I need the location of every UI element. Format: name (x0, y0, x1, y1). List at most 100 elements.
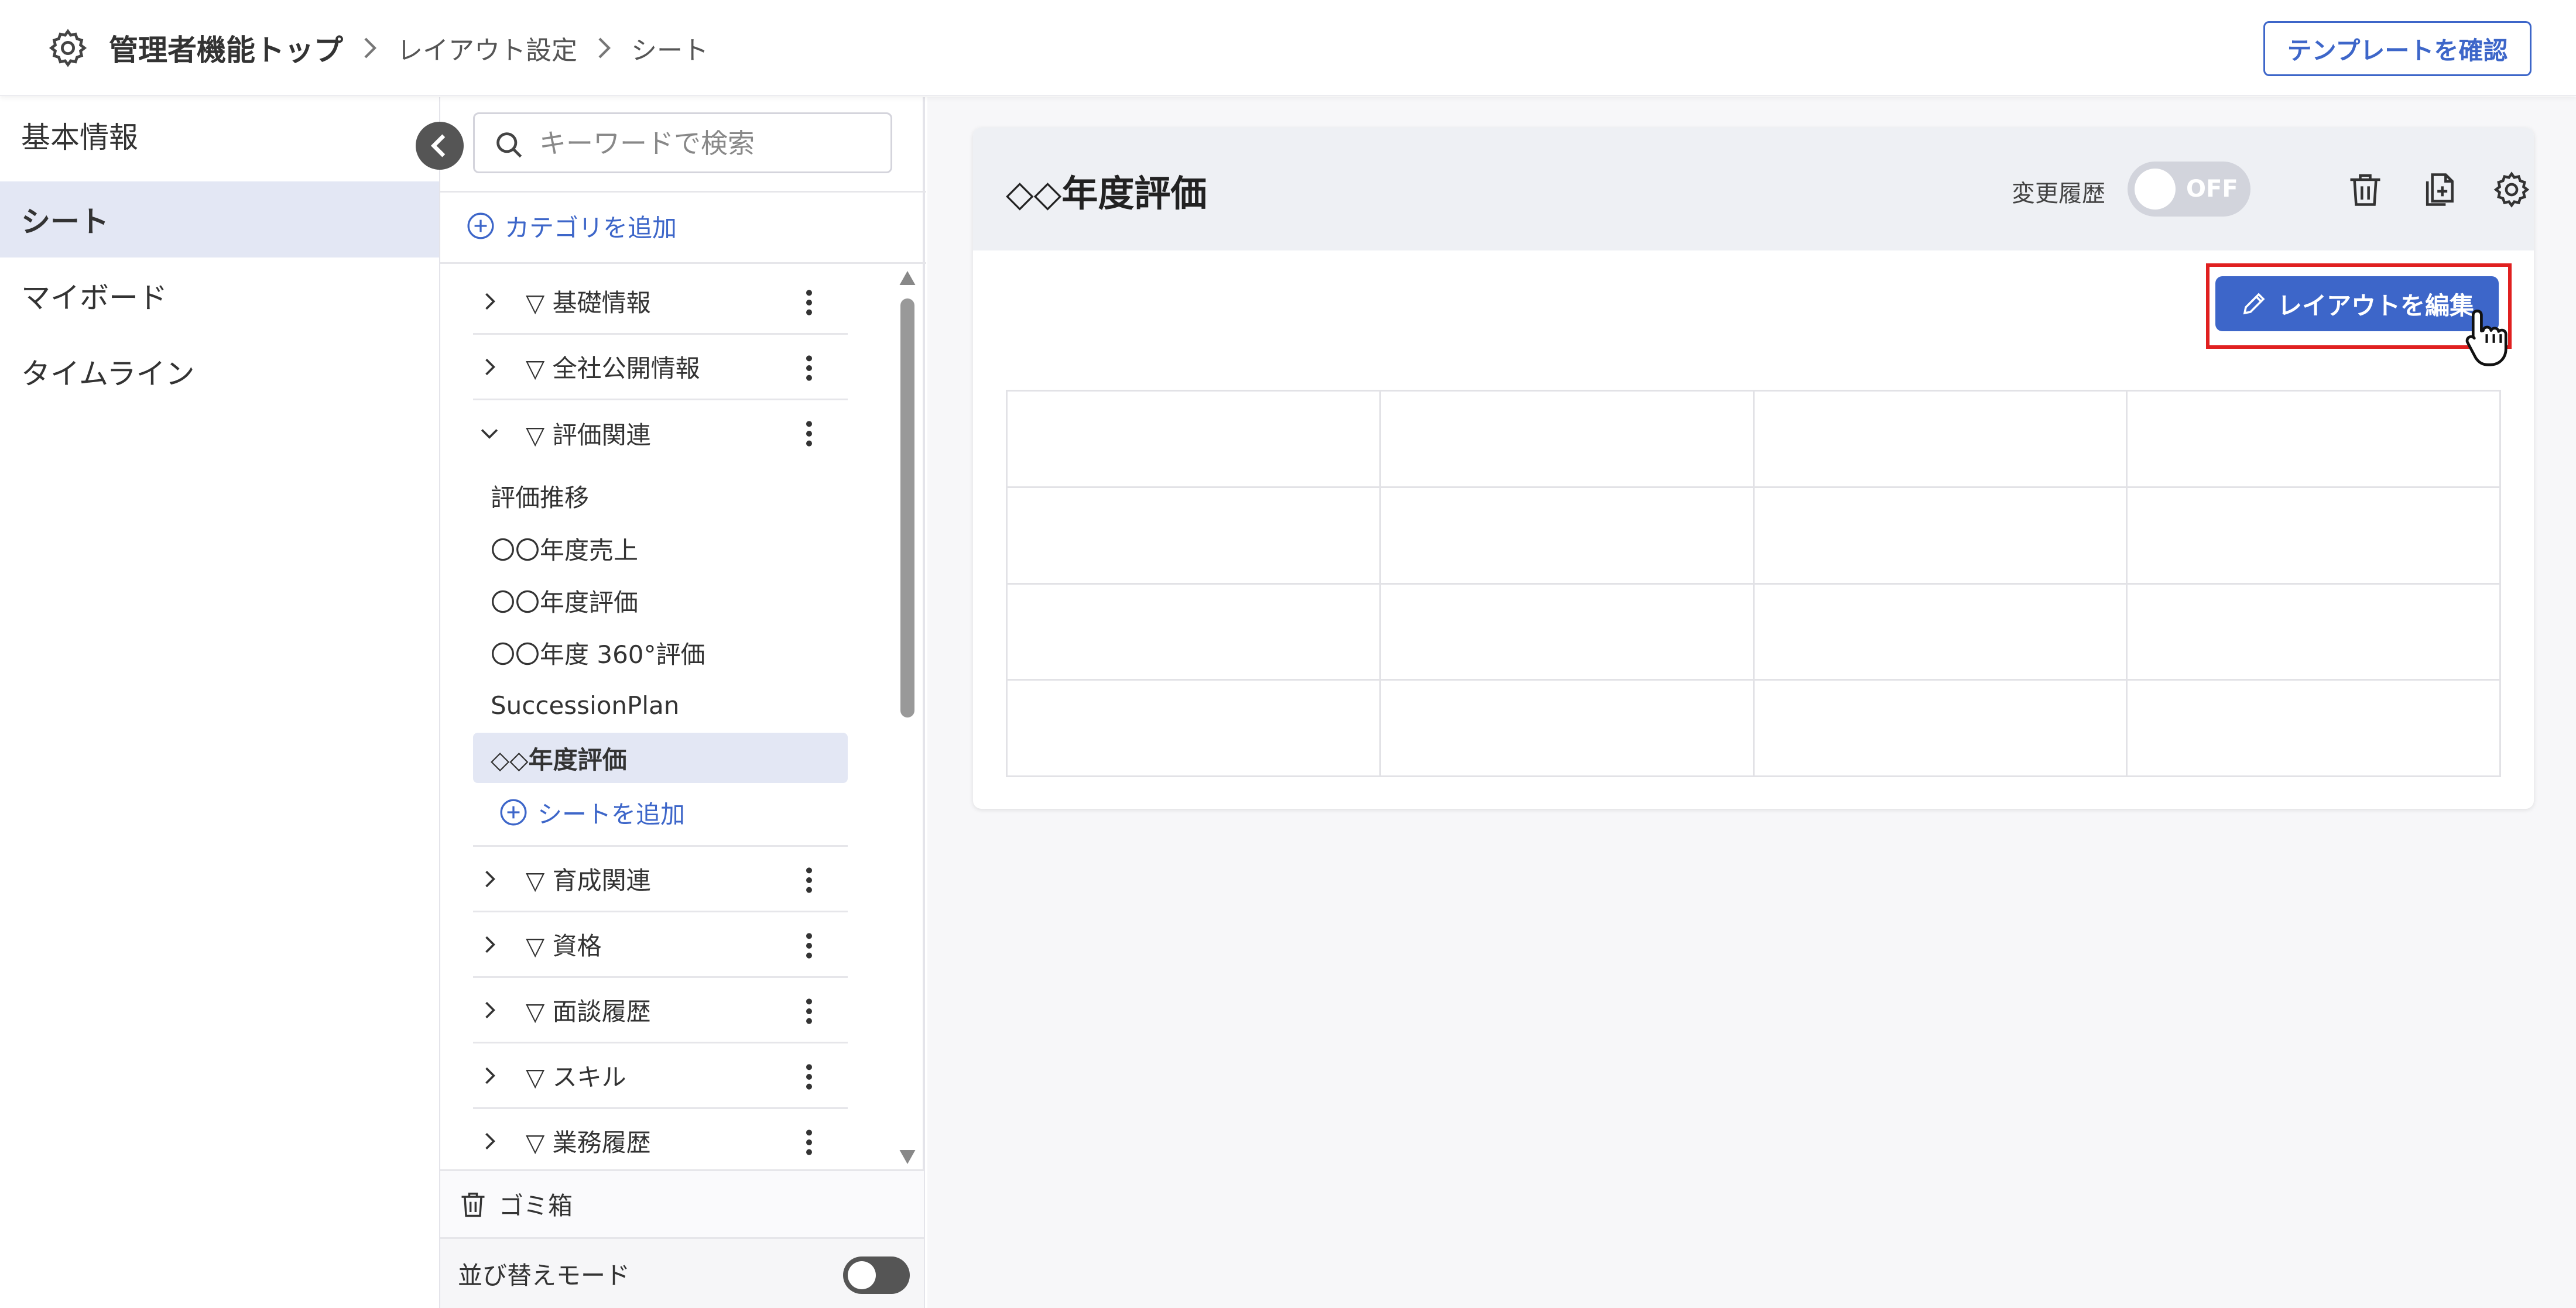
chevron-right-icon (364, 37, 377, 59)
toggle-state-label: OFF (2186, 176, 2238, 202)
chevron-left-icon (430, 134, 446, 157)
trash-icon (461, 1192, 485, 1217)
grid-cell (1006, 679, 1381, 777)
grid-cell (2126, 582, 2501, 681)
edit-layout-button[interactable]: レイアウトを編集 (2215, 276, 2499, 331)
kebab-menu-icon[interactable] (802, 419, 816, 448)
kebab-menu-icon[interactable] (802, 353, 816, 383)
category-row[interactable]: ▽ 育成関連 (473, 847, 848, 912)
add-sheet-label: シートを追加 (537, 799, 686, 829)
nav-item-sheet[interactable]: シート (0, 181, 439, 258)
category-label: ▽ 業務履歴 (526, 1128, 651, 1157)
pencil-icon (2243, 293, 2265, 315)
category-row[interactable]: ▽ 資格 (473, 912, 848, 978)
grid-row (1006, 486, 2501, 585)
sort-mode-toggle[interactable] (843, 1256, 910, 1294)
kebab-menu-icon[interactable] (802, 997, 816, 1026)
chevron-right-icon (598, 37, 611, 59)
category-label: ▽ 資格 (526, 932, 602, 960)
top-header: 管理者機能トップ レイアウト設定 シート テンプレートを確認 (0, 0, 2576, 96)
sort-mode-label: 並び替えモード (458, 1261, 631, 1290)
toggle-knob (848, 1261, 876, 1289)
nav-item-timeline[interactable]: タイムライン (0, 334, 439, 410)
kebab-menu-icon[interactable] (802, 931, 816, 960)
category-label: ▽ 全社公開情報 (526, 354, 700, 383)
edit-layout-label: レイアウトを編集 (2277, 291, 2474, 320)
category-label: ▽ 面談履歴 (526, 997, 651, 1026)
category-row[interactable]: ▽ スキル (473, 1043, 848, 1109)
chevron-right-icon[interactable] (477, 354, 502, 380)
trash-icon[interactable] (2345, 170, 2385, 210)
nav-item-myboard[interactable]: マイボード (0, 258, 439, 334)
collapse-sidebar-button[interactable] (416, 122, 464, 170)
sheet-item[interactable]: 評価推移 (473, 471, 848, 521)
grid-cell (1752, 390, 2128, 488)
grid-cell (1752, 679, 2128, 777)
grid-row (1006, 582, 2501, 681)
trash-label: ゴミ箱 (499, 1192, 573, 1220)
category-label: ▽ 評価関連 (526, 420, 651, 449)
divider (440, 262, 926, 264)
search-icon (496, 132, 522, 158)
sort-mode-row: 並び替えモード (440, 1237, 924, 1308)
chevron-right-icon[interactable] (477, 866, 502, 892)
check-template-button[interactable]: テンプレートを確認 (2263, 21, 2532, 76)
grid-cell (1379, 582, 1755, 681)
kebab-menu-icon[interactable] (802, 288, 816, 317)
chevron-right-icon[interactable] (477, 289, 502, 314)
grid-cell (2126, 679, 2501, 777)
scroll-up-arrow-icon[interactable] (897, 269, 918, 287)
category-label: ▽ 基礎情報 (526, 289, 651, 317)
add-sheet-button[interactable]: シートを追加 (499, 789, 685, 836)
scroll-down-arrow-icon[interactable] (897, 1148, 918, 1166)
category-label: ▽ 育成関連 (526, 866, 651, 895)
sheet-list-panel: カテゴリを追加 ▽ 基礎情報 ▽ 全社公開情報 ▽ 評価関連 評価推移 〇 (439, 97, 926, 1308)
chevron-right-icon[interactable] (477, 1128, 502, 1154)
sheet-card: ◇◇年度評価 変更履歴 OFF レイアウトを編集 (973, 128, 2534, 809)
grid-cell (1006, 486, 1381, 585)
kebab-menu-icon[interactable] (802, 1062, 816, 1091)
kebab-menu-icon[interactable] (802, 1128, 816, 1157)
category-row[interactable]: ▽ 基礎情報 (473, 269, 848, 335)
chevron-right-icon[interactable] (477, 997, 502, 1023)
breadcrumb: 管理者機能トップ レイアウト設定 シート (109, 23, 708, 73)
sheet-item-selected[interactable]: ◇◇年度評価 (473, 733, 848, 783)
gear-icon[interactable] (47, 27, 89, 69)
category-row[interactable]: ▽ 全社公開情報 (473, 335, 848, 400)
add-category-label: カテゴリを追加 (505, 213, 677, 242)
add-category-button[interactable]: カテゴリを追加 (466, 208, 677, 243)
history-toggle[interactable]: OFF (2128, 162, 2250, 217)
sheet-title: ◇◇年度評価 (1006, 172, 1207, 215)
chevron-right-icon[interactable] (477, 932, 502, 957)
grid-cell (2126, 486, 2501, 585)
breadcrumb-admin-top[interactable]: 管理者機能トップ (109, 27, 343, 69)
sheet-item[interactable]: 〇〇年度評価 (473, 575, 848, 626)
search-input[interactable] (539, 122, 879, 164)
category-row[interactable]: ▽ 面談履歴 (473, 978, 848, 1043)
sheet-card-header: ◇◇年度評価 変更履歴 OFF (973, 128, 2534, 250)
chevron-right-icon[interactable] (477, 1063, 502, 1089)
grid-cell (1379, 486, 1755, 585)
category-row[interactable]: ▽ 評価関連 (473, 400, 848, 466)
sheet-item[interactable]: SuccessionPlan (473, 680, 848, 730)
breadcrumb-sheet: シート (631, 36, 708, 66)
category-tree: ▽ 基礎情報 ▽ 全社公開情報 ▽ 評価関連 評価推移 〇〇年度売上 〇〇年度評… (440, 269, 926, 1168)
settings-gear-icon[interactable] (2492, 170, 2532, 210)
duplicate-icon[interactable] (2419, 170, 2459, 210)
left-nav: 基本情報 シート マイボード タイムライン (0, 97, 439, 1308)
sheet-item[interactable]: 〇〇年度 360°評価 (473, 627, 848, 678)
sheet-item[interactable]: 〇〇年度売上 (473, 523, 848, 574)
kebab-menu-icon[interactable] (802, 866, 816, 895)
grid-cell (1006, 390, 1381, 488)
category-row[interactable]: ▽ 業務履歴 (473, 1109, 848, 1168)
chevron-down-icon[interactable] (477, 420, 502, 446)
plus-circle-icon (500, 799, 527, 826)
scrollbar-thumb[interactable] (900, 298, 914, 717)
grid-cell (1379, 679, 1755, 777)
nav-item-basic-info[interactable]: 基本情報 (0, 97, 439, 173)
grid-row (1006, 390, 2501, 488)
divider (440, 191, 926, 193)
breadcrumb-layout-settings[interactable]: レイアウト設定 (397, 29, 577, 67)
trash-button[interactable]: ゴミ箱 (440, 1169, 924, 1237)
layout-grid (1006, 390, 2501, 777)
